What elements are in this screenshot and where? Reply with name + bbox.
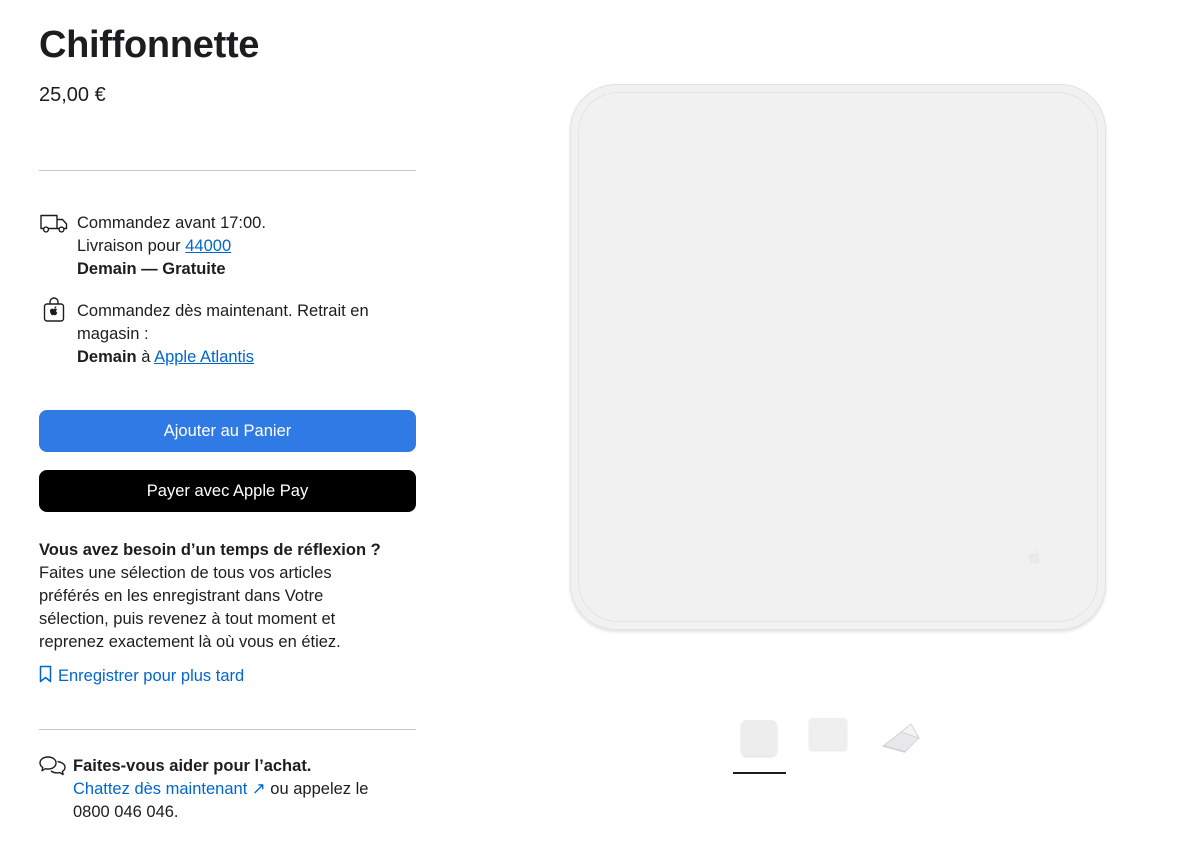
help-suffix: ou appelez le bbox=[270, 780, 369, 798]
shopping-bag-icon bbox=[43, 297, 65, 330]
delivery-info: Commandez avant 17:00. Livraison pour 44… bbox=[39, 212, 416, 282]
product-title: Chiffonnette bbox=[39, 24, 260, 66]
help-line: Chattez dès maintenant ↗ ou appelez le bbox=[73, 778, 413, 801]
divider bbox=[39, 170, 416, 171]
bookmark-icon bbox=[39, 665, 52, 688]
chat-link[interactable]: Chattez dès maintenant ↗ bbox=[73, 780, 266, 798]
apple-logo-icon bbox=[1024, 547, 1046, 578]
thumbnail-gallery bbox=[733, 712, 933, 774]
phone-number: 0800 046 046. bbox=[73, 803, 179, 821]
delivery-line: Livraison pour 44000 bbox=[77, 235, 417, 258]
pickup-text: Commandez dès maintenant. Retrait en mag… bbox=[77, 302, 369, 343]
add-to-cart-button[interactable]: Ajouter au Panier bbox=[39, 410, 416, 452]
polishing-cloth-image bbox=[570, 84, 1106, 630]
delivery-date: Demain — Gratuite bbox=[77, 260, 226, 278]
divider bbox=[39, 729, 416, 730]
thumbnail-3[interactable] bbox=[879, 718, 925, 754]
pickup-info: Commandez dès maintenant. Retrait en mag… bbox=[39, 297, 417, 370]
save-for-later-section: Vous avez besoin d’un temps de réflexion… bbox=[39, 539, 416, 654]
think-heading: Vous avez besoin d’un temps de réflexion… bbox=[39, 541, 381, 559]
thumbnail-2[interactable] bbox=[809, 718, 847, 750]
pickup-connector: à bbox=[141, 348, 151, 366]
save-for-later-label: Enregistrer pour plus tard bbox=[58, 667, 245, 685]
think-body: Faites une sélection de tous vos article… bbox=[39, 564, 341, 651]
cloth-border bbox=[578, 92, 1098, 622]
save-for-later-link[interactable]: Enregistrer pour plus tard bbox=[39, 665, 244, 688]
selected-thumbnail-indicator bbox=[733, 772, 786, 774]
chat-bubbles-icon bbox=[39, 755, 67, 784]
help-heading: Faites-vous aider pour l’achat. bbox=[73, 757, 312, 775]
delivery-cutoff: Commandez avant 17:00. bbox=[77, 214, 266, 232]
truck-icon bbox=[39, 212, 69, 241]
pickup-line: Demain à Apple Atlantis bbox=[77, 346, 417, 369]
apple-pay-button[interactable]: Payer avec Apple Pay bbox=[39, 470, 416, 512]
thumbnail-1[interactable] bbox=[741, 720, 777, 756]
pickup-date: Demain bbox=[77, 348, 137, 366]
store-link[interactable]: Apple Atlantis bbox=[154, 348, 254, 366]
delivery-prefix: Livraison pour bbox=[77, 237, 181, 255]
product-image bbox=[570, 84, 1106, 630]
chat-link-label: Chattez dès maintenant bbox=[73, 780, 248, 798]
postcode-link[interactable]: 44000 bbox=[185, 237, 231, 255]
external-arrow-icon: ↗ bbox=[251, 780, 266, 798]
product-price: 25,00 € bbox=[39, 84, 106, 106]
